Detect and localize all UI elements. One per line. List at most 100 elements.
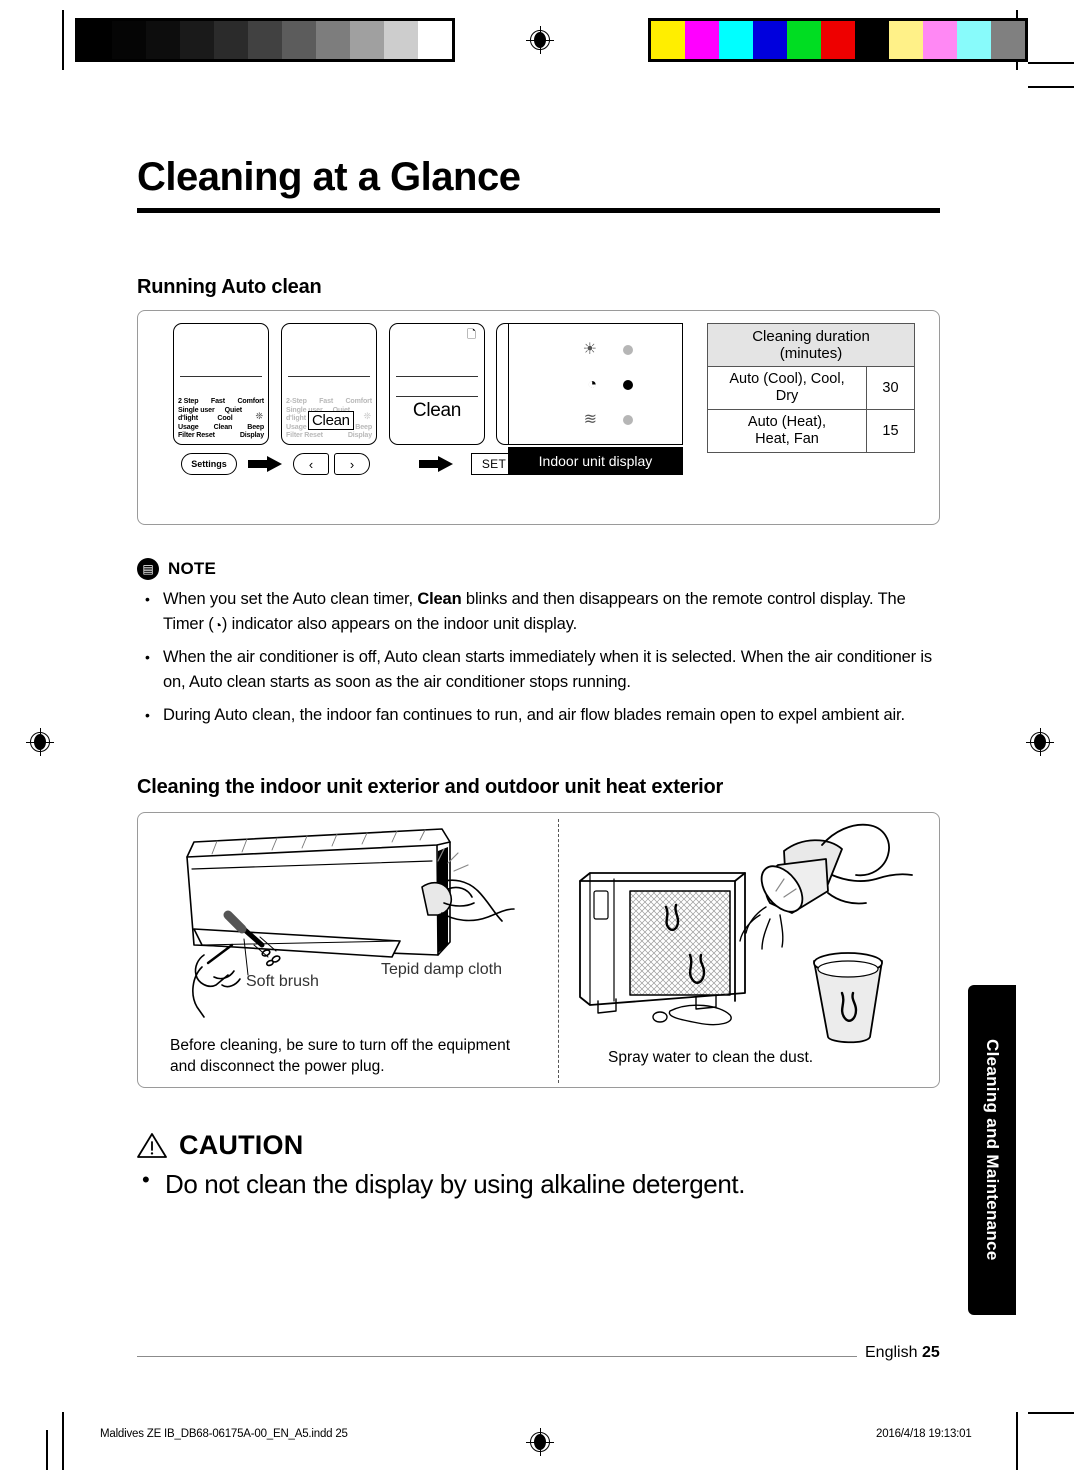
manual-page: Cleaning at a Glance Running Auto clean … [0, 0, 1080, 1476]
indoor-unit-display-graphic: ☀ ◔ ≋ [508, 323, 683, 445]
caution-text: Do not clean the display by using alkali… [137, 1167, 940, 1200]
table-row: Auto (Cool), Cool, Dry 30 [707, 366, 915, 410]
caution-header: CAUTION [137, 1130, 940, 1161]
exterior-cleaning-panel: Soft brush Tepid damp cloth Before clean… [137, 812, 940, 1088]
footer-language: English [865, 1344, 918, 1361]
indicator-row-airflow: ≋ [509, 412, 682, 428]
color-calibration-bar [648, 18, 1028, 62]
page-title: Cleaning at a Glance [137, 155, 521, 199]
remote-display-step2: ❊ 2-Step Fast Comfort Single user Quiet d'l… [281, 323, 377, 445]
registration-mark-icon [26, 728, 54, 756]
crop-mark-right-upper-h [1028, 86, 1074, 88]
clean-selected-label: Clean [412, 400, 462, 421]
calibration-swatch [214, 21, 248, 59]
list-item: When the air conditioner is off, Auto cl… [145, 645, 940, 695]
indicator-row-timer: ◔ [509, 377, 682, 393]
caution-title: CAUTION [179, 1130, 304, 1160]
next-button[interactable]: › [334, 453, 370, 475]
remote-screen-labels: 2 Step Fast Comfort Single user Quiet d'lig… [178, 397, 264, 440]
indicator-row-clean: ☀ [509, 342, 682, 358]
calibration-swatch [418, 21, 452, 59]
calibration-swatch [248, 21, 282, 59]
duration-minutes-cell: 30 [866, 366, 915, 410]
section-heading-cleaning-exterior: Cleaning the indoor unit exterior and ou… [137, 776, 724, 798]
indicator-led-airflow [623, 415, 633, 425]
chapter-side-tab: Cleaning and Maintenance [968, 985, 1016, 1315]
clean-keyword: Clean [417, 590, 462, 608]
imprint-filename: Maldives ZE IB_DB68-06175A-00_EN_A5.indd… [100, 1428, 348, 1440]
crop-mark-bottom-right-v [1016, 1412, 1018, 1470]
note-block: ▤ NOTE When you set the Auto clean timer… [137, 558, 940, 736]
note-list: When you set the Auto clean timer, Clean… [137, 587, 940, 728]
prev-button[interactable]: ‹ [293, 453, 329, 475]
calibration-swatch [78, 21, 112, 59]
note-header: ▤ NOTE [137, 558, 940, 580]
calibration-swatch [889, 21, 923, 59]
timer-clock-icon: ◔ [213, 617, 222, 633]
registration-mark-icon [526, 1428, 554, 1456]
calibration-swatch [685, 21, 719, 59]
remote-display-step1: ❊ 2 Step Fast Comfort Single user Quiet d'l… [173, 323, 269, 445]
calibration-swatch [350, 21, 384, 59]
title-underline [137, 208, 940, 213]
label-soft-brush: Soft brush [246, 973, 319, 990]
grayscale-calibration-bar [75, 18, 455, 62]
list-item: During Auto clean, the indoor fan contin… [145, 703, 940, 728]
calibration-swatch [180, 21, 214, 59]
chapter-side-tab-label: Cleaning and Maintenance [983, 1039, 1002, 1261]
remote-display-step3: 🗋 Clean [389, 323, 485, 445]
caution-block: CAUTION Do not clean the display by usin… [137, 1130, 940, 1200]
calibration-swatch [787, 21, 821, 59]
arrow-right-icon [248, 456, 282, 472]
clean-sparkle-icon: ☀ [582, 341, 597, 358]
indicator-led-clean [623, 345, 633, 355]
duration-table-header: Cleaning duration (minutes) [707, 323, 915, 367]
duration-minutes-cell: 15 [866, 409, 915, 453]
calibration-swatch [719, 21, 753, 59]
calibration-strip [0, 18, 1080, 62]
duration-mode-cell: Auto (Cool), Cool, Dry [707, 366, 867, 410]
arrow-right-icon [419, 456, 453, 472]
settings-button[interactable]: Settings [181, 453, 237, 475]
calibration-swatch [112, 21, 146, 59]
calibration-swatch [991, 21, 1025, 59]
crop-mark-bottom-right-h [1028, 1412, 1074, 1414]
battery-icon: 🗋 [467, 329, 476, 341]
airflow-wave-icon: ≋ [583, 411, 597, 428]
list-item: When you set the Auto clean timer, Clean… [145, 587, 940, 637]
caption-spray-water: Spray water to clean the dust. [608, 1049, 814, 1066]
imprint-timestamp: 2016/4/18 19:13:01 [876, 1428, 972, 1440]
crop-mark-far-left-v [46, 1430, 48, 1470]
footer-rule [137, 1356, 857, 1357]
footer-page-indicator: English 25 [865, 1344, 940, 1362]
calibration-swatch [923, 21, 957, 59]
note-document-icon: ▤ [137, 558, 159, 580]
calibration-swatch [821, 21, 855, 59]
duration-mode-cell: Auto (Heat), Heat, Fan [707, 409, 867, 453]
crop-mark-right-top-h [1028, 62, 1074, 64]
caption-before-cleaning: Before cleaning, be sure to turn off the… [170, 1037, 511, 1075]
table-row: Auto (Heat), Heat, Fan 15 [707, 409, 915, 453]
indicator-led-timer [623, 380, 633, 390]
timer-clock-icon: ◔ [587, 376, 597, 393]
footer-page-number: 25 [921, 1344, 940, 1361]
calibration-swatch [855, 21, 889, 59]
calibration-swatch [146, 21, 180, 59]
outdoor-unit-cleaning-illustration [579, 823, 913, 1044]
indoor-unit-cleaning-illustration [186, 828, 515, 1018]
calibration-swatch [753, 21, 787, 59]
auto-clean-procedure-panel: ❊ 2 Step Fast Comfort Single user Quiet d'l… [137, 310, 940, 525]
calibration-swatch [282, 21, 316, 59]
calibration-swatch [316, 21, 350, 59]
calibration-swatch [957, 21, 991, 59]
warning-triangle-icon [137, 1132, 167, 1159]
label-tepid-damp-cloth: Tepid damp cloth [381, 961, 502, 978]
cleaning-duration-table: Cleaning duration (minutes) Auto (Cool),… [707, 323, 915, 453]
section-heading-running-auto-clean: Running Auto clean [137, 276, 322, 298]
calibration-swatch [384, 21, 418, 59]
registration-mark-icon [1026, 728, 1054, 756]
note-title: NOTE [168, 559, 217, 578]
crop-mark-bottom-left-v [62, 1412, 64, 1470]
calibration-swatch [651, 21, 685, 59]
clean-option-highlight: Clean [308, 411, 354, 430]
